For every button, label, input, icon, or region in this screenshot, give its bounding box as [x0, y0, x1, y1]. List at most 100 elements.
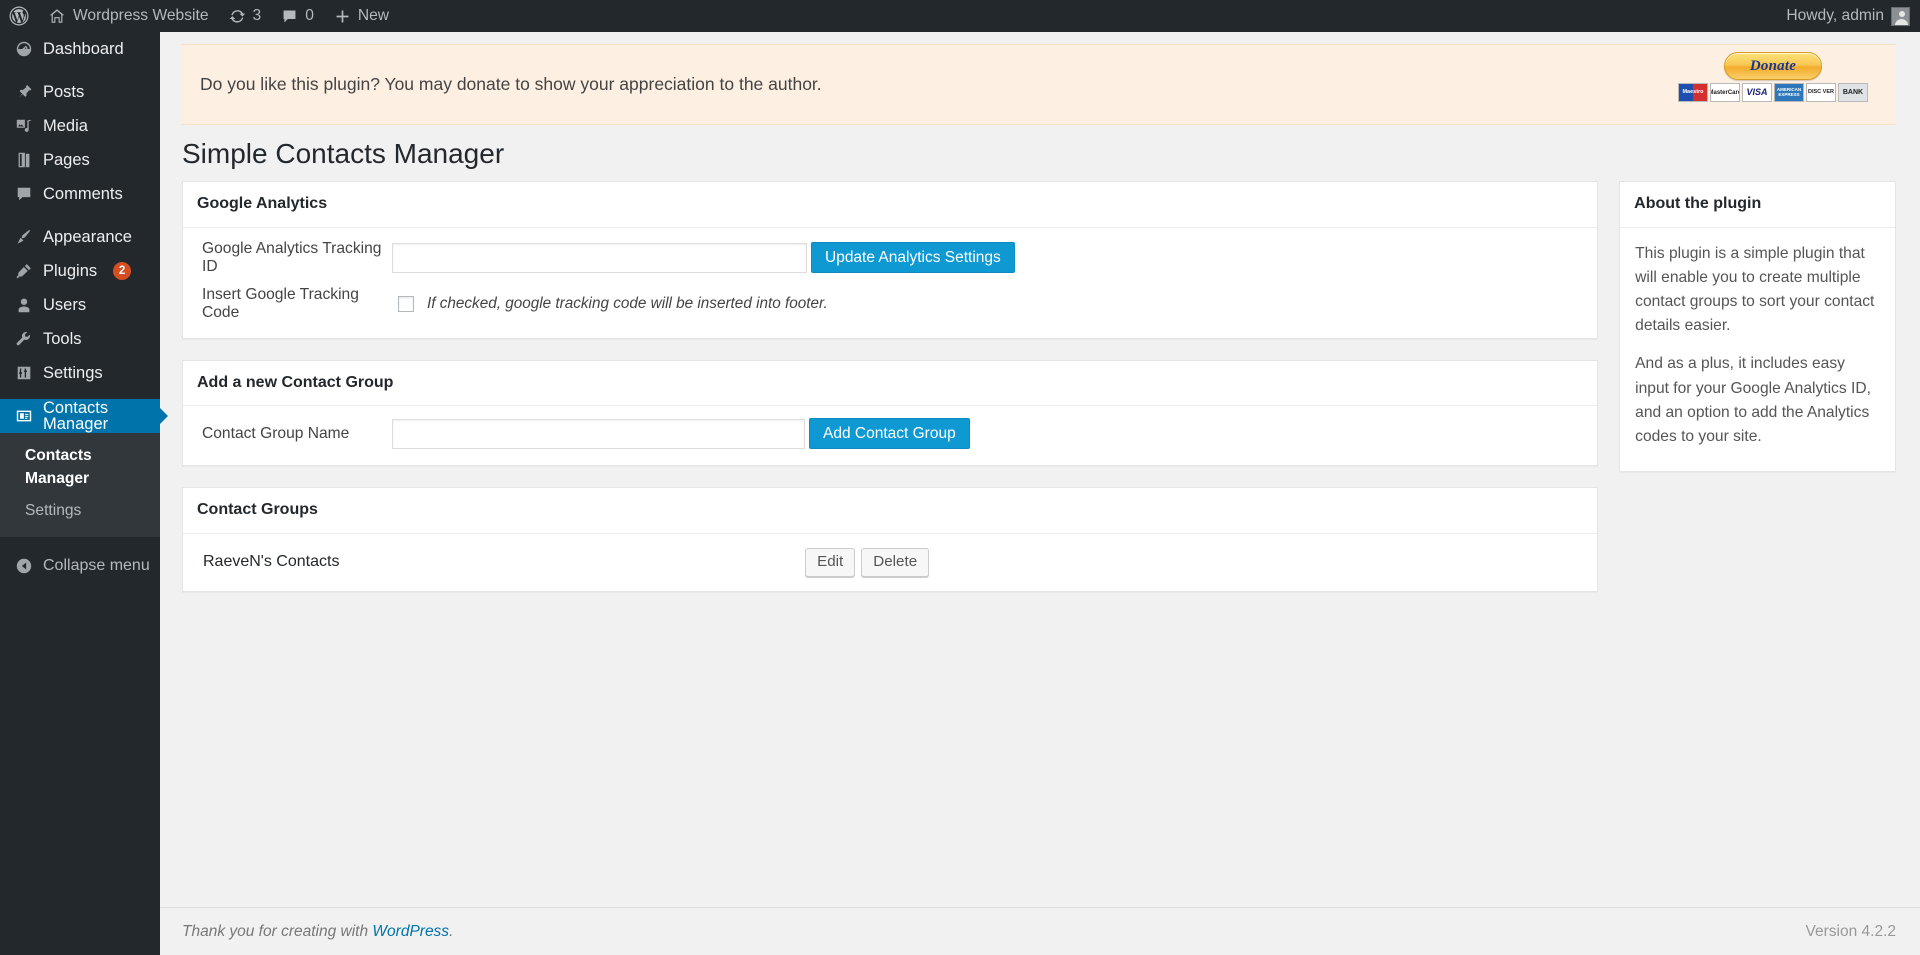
- menu-separator: [0, 390, 160, 399]
- sidebar-item-label: Contacts Manager: [43, 398, 109, 433]
- update-analytics-settings-button[interactable]: Update Analytics Settings: [811, 242, 1015, 274]
- primary-column: Google Analytics Google Analytics Tracki…: [182, 181, 1599, 612]
- admin-footer: Thank you for creating with WordPress. V…: [160, 907, 1920, 955]
- add-contact-group-body: Contact Group Name Add Contact Group: [183, 406, 1597, 465]
- sidebar-item-label: Users: [43, 295, 87, 314]
- updates-menu[interactable]: 3: [219, 0, 272, 32]
- wordpress-logo-icon: [9, 6, 29, 26]
- submenu-item-contacts-manager[interactable]: Contacts Manager: [0, 440, 160, 495]
- sidebar-item-label: Dashboard: [43, 39, 124, 58]
- maestro-card-icon: Maestro: [1678, 83, 1708, 102]
- admin-bar: Wordpress Website 3 0 New Howdy, admin: [0, 0, 1920, 32]
- contact-group-actions: Edit Delete: [805, 547, 930, 577]
- collapse-menu-button[interactable]: Collapse menu: [0, 549, 160, 583]
- sidebar-item-media[interactable]: Media: [0, 109, 160, 143]
- sidebar-item-label: Pages: [43, 150, 90, 169]
- donate-button[interactable]: Donate: [1724, 52, 1822, 80]
- contact-group-name: RaeveN's Contacts: [203, 553, 340, 571]
- menu-separator: [0, 66, 160, 75]
- contact-group-name-input[interactable]: [392, 418, 805, 449]
- delete-group-button[interactable]: Delete: [861, 547, 930, 577]
- collapse-arrow-icon: [14, 557, 34, 575]
- insert-tracking-code-note: If checked, google tracking code will be…: [427, 294, 828, 312]
- wordpress-link[interactable]: WordPress: [372, 923, 449, 940]
- submenu-item-settings[interactable]: Settings: [0, 495, 160, 528]
- home-icon: [48, 7, 66, 25]
- tracking-id-label: Google Analytics Tracking ID: [202, 239, 382, 275]
- sidebar-item-label: Posts: [43, 82, 85, 101]
- sidebar-item-pages[interactable]: Pages: [0, 143, 160, 177]
- tracking-id-row: Google Analytics Tracking ID Update Anal…: [197, 240, 1583, 276]
- plugins-plug-icon: [14, 262, 34, 280]
- discover-card-icon: DISC VER: [1806, 83, 1836, 102]
- updates-count: 3: [252, 7, 262, 24]
- site-name-label: Wordpress Website: [73, 7, 209, 24]
- google-analytics-body: Google Analytics Tracking ID Update Anal…: [183, 228, 1597, 338]
- new-content-menu[interactable]: New: [324, 0, 399, 32]
- sidebar-item-settings[interactable]: Settings: [0, 356, 160, 390]
- sidebar-item-label: Settings: [43, 363, 103, 382]
- accepted-cards: Maestro MasterCard VISA AMERICAN EXPRESS…: [1678, 83, 1868, 102]
- sidebar-item-comments[interactable]: Comments: [0, 177, 160, 211]
- bank-card-icon: BANK: [1838, 83, 1868, 102]
- media-icon: [14, 117, 34, 135]
- footer-thanks-suffix: .: [449, 922, 454, 940]
- add-contact-group-panel: Add a new Contact Group Contact Group Na…: [182, 359, 1599, 467]
- page-title: Simple Contacts Manager: [182, 138, 505, 169]
- visa-card-icon: VISA: [1742, 83, 1772, 102]
- collapse-menu-label: Collapse menu: [43, 556, 150, 574]
- insert-tracking-code-label: Insert Google Tracking Code: [202, 285, 359, 321]
- tracking-id-input[interactable]: [392, 242, 807, 273]
- sidebar-item-users[interactable]: Users: [0, 288, 160, 322]
- contact-group-row: RaeveN's Contacts Edit Delete: [183, 534, 1597, 591]
- main-content: Do you like this plugin? You may donate …: [160, 32, 1920, 955]
- new-label: New: [357, 7, 390, 24]
- sidebar-item-appearance[interactable]: Appearance: [0, 220, 160, 254]
- settings-sliders-icon: [14, 364, 34, 382]
- about-plugin-heading: About the plugin: [1620, 182, 1895, 228]
- updates-icon: [229, 8, 246, 25]
- admin-sidebar-menu: Dashboard Posts Media Pages Comments App…: [0, 32, 160, 955]
- contact-groups-heading: Contact Groups: [183, 488, 1598, 534]
- add-contact-group-button[interactable]: Add Contact Group: [809, 418, 970, 450]
- secondary-column: About the plugin This plugin is a simple…: [1619, 181, 1896, 493]
- insert-tracking-code-checkbox[interactable]: [398, 295, 414, 312]
- comments-count: 0: [305, 7, 314, 24]
- sidebar-item-label: Tools: [43, 329, 82, 348]
- edit-group-button[interactable]: Edit: [805, 547, 856, 577]
- content-columns: Google Analytics Google Analytics Tracki…: [160, 181, 1920, 612]
- my-account-menu[interactable]: Howdy, admin: [1776, 0, 1920, 32]
- sidebar-item-tools[interactable]: Tools: [0, 322, 160, 356]
- posts-pin-icon: [14, 83, 34, 101]
- google-analytics-panel: Google Analytics Google Analytics Tracki…: [182, 181, 1599, 339]
- sidebar-item-label: Appearance: [43, 227, 132, 246]
- sidebar-item-label: Plugins: [43, 261, 98, 280]
- about-plugin-panel: About the plugin This plugin is a simple…: [1619, 181, 1896, 473]
- sidebar-item-posts[interactable]: Posts: [0, 75, 160, 109]
- plugins-update-badge: 2: [113, 262, 132, 280]
- sidebar-item-plugins[interactable]: Plugins 2: [0, 254, 160, 288]
- contacts-card-icon: [14, 407, 34, 425]
- insert-tracking-code-row: Insert Google Tracking Code If checked, …: [197, 286, 1583, 322]
- plus-icon: [334, 8, 351, 25]
- about-plugin-body: This plugin is a simple plugin that will…: [1620, 228, 1895, 471]
- site-name-menu[interactable]: Wordpress Website: [38, 0, 219, 32]
- comments-icon: [14, 185, 34, 203]
- comments-menu[interactable]: 0: [271, 0, 324, 32]
- sidebar-item-dashboard[interactable]: Dashboard: [0, 32, 160, 66]
- pages-icon: [14, 151, 34, 169]
- contact-group-name-label: Contact Group Name: [202, 424, 350, 442]
- howdy-label: Howdy, admin: [1786, 7, 1884, 24]
- sidebar-item-label: Media: [43, 116, 88, 135]
- contact-groups-panel: Contact Groups RaeveN's Contacts Edit De…: [182, 487, 1599, 592]
- sidebar-item-label: Comments: [43, 184, 123, 203]
- comment-bubble-icon: [281, 8, 298, 25]
- sidebar-item-contacts-manager[interactable]: Contacts Manager: [0, 399, 160, 433]
- wordpress-logo-menu[interactable]: [0, 0, 38, 32]
- amex-card-icon: AMERICAN EXPRESS: [1774, 83, 1804, 102]
- avatar: [1891, 6, 1910, 26]
- footer-version: Version 4.2.2: [1805, 922, 1896, 940]
- donation-notice: Do you like this plugin? You may donate …: [182, 44, 1896, 125]
- users-icon: [14, 296, 34, 314]
- about-paragraph-1: This plugin is a simple plugin that will…: [1635, 244, 1875, 335]
